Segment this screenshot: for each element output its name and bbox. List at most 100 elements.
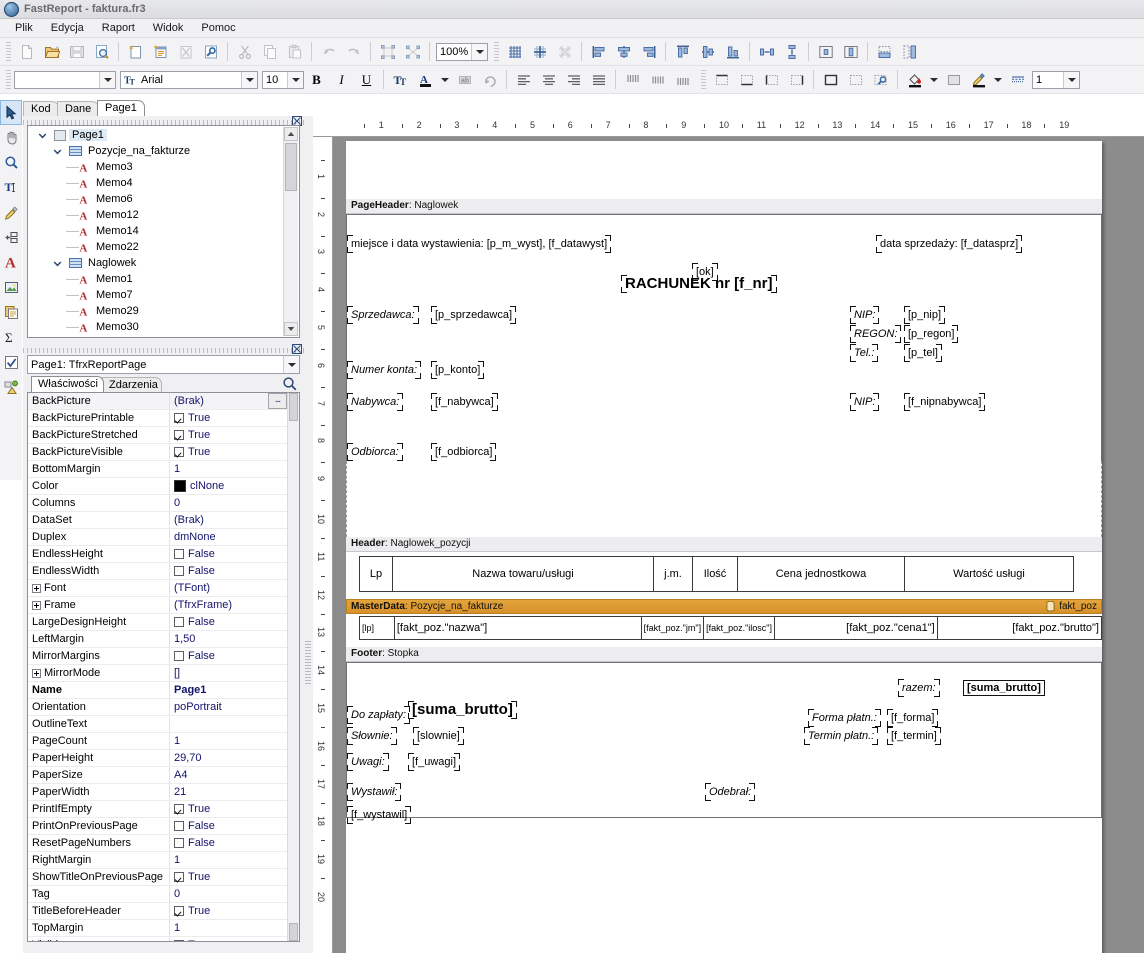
expand-plus-icon[interactable] (32, 583, 41, 593)
open-report-button[interactable] (39, 40, 64, 64)
align-text-justify-button[interactable] (586, 68, 611, 92)
panel-splitter[interactable] (304, 116, 313, 953)
memo-razem-label[interactable]: razem: (898, 679, 940, 697)
memo-data-sprzedazy[interactable]: data sprzedaży: [f_datasprz] (876, 235, 1023, 253)
font-name-combo[interactable]: TT Arial (120, 70, 258, 89)
property-value-cell[interactable]: [] (170, 667, 288, 679)
checkbox-icon[interactable] (174, 821, 184, 831)
line-color-dropdown[interactable] (991, 68, 1005, 92)
checkbox-icon[interactable] (174, 838, 184, 848)
tree-node-memo22[interactable]: ── A Memo22 (28, 239, 283, 255)
frame-none-button[interactable] (843, 68, 868, 92)
property-row-color[interactable]: Color clNone (28, 478, 288, 495)
align-to-grid-button[interactable] (552, 40, 577, 64)
property-row-visible[interactable]: Visible True (28, 937, 288, 941)
tree-node-memo30[interactable]: ── A Memo30 (28, 319, 283, 335)
align-top-button[interactable] (670, 40, 695, 64)
new-report-button[interactable] (14, 40, 39, 64)
menu-raport[interactable]: Raport (93, 20, 144, 36)
scroll-down-arrow-icon[interactable] (284, 322, 298, 336)
property-value-cell[interactable]: False (170, 650, 288, 662)
text-color-button[interactable]: A (413, 68, 438, 92)
property-row-backpicturestretched[interactable]: BackPictureStretched True (28, 427, 288, 444)
space-horizontally-button[interactable] (754, 40, 779, 64)
checkbox-icon[interactable] (174, 566, 184, 576)
col-wartosc[interactable]: Wartość usługi (904, 556, 1074, 592)
chevron-down-icon[interactable] (1063, 71, 1079, 88)
italic-button[interactable]: I (329, 68, 354, 92)
property-row-tag[interactable]: Tag 0 (28, 886, 288, 903)
frame-bottom-button[interactable] (734, 68, 759, 92)
frame-all-button[interactable] (818, 68, 843, 92)
band-masterdata[interactable]: MasterData: Pozycje_na_fakturze fakt_poz… (346, 599, 1103, 647)
property-value-cell[interactable]: 1,50 (170, 633, 288, 645)
memo-konto-label[interactable]: Numer konta: (347, 361, 422, 379)
tree-node-memo7[interactable]: ── A Memo7 (28, 287, 283, 303)
memo-suma-brutto-big[interactable]: [suma_brutto] (408, 701, 517, 719)
property-value-cell[interactable]: False (170, 548, 288, 560)
valign-middle-button[interactable] (645, 68, 670, 92)
property-grid[interactable]: BackPicture (Brak)... BackPicturePrintable… (27, 392, 300, 942)
band-footer[interactable]: Footer: Stopka razem: [suma_brutto] Do zap… (346, 647, 1102, 824)
chevron-down-icon[interactable] (471, 43, 487, 60)
tree-node-memo12[interactable]: ── A Memo12 (28, 207, 283, 223)
undo-button[interactable] (316, 40, 341, 64)
menu-edycja[interactable]: Edycja (42, 20, 93, 36)
object-tree[interactable]: Page1 Pozycje_na_fakturze ── A Memo3 ── A Memo4… (27, 125, 300, 338)
align-bottom-button[interactable] (720, 40, 745, 64)
property-row-papersize[interactable]: PaperSize A4 (28, 767, 288, 784)
memo-forma-label[interactable]: Forma płatn.: (808, 709, 881, 727)
property-value-cell[interactable]: 1 (170, 463, 288, 475)
line-style-button[interactable] (1005, 68, 1030, 92)
fill-color-dropdown[interactable] (927, 68, 941, 92)
property-row-endlesswidth[interactable]: EndlessWidth False (28, 563, 288, 580)
font-size-combo[interactable]: 10 (262, 70, 304, 89)
checkbox-icon[interactable] (174, 906, 184, 916)
col-ilosc[interactable]: Ilość (692, 556, 738, 592)
property-row-topmargin[interactable]: TopMargin 1 (28, 920, 288, 937)
report-page[interactable]: PageHeader: Naglowek miejsce i data wyst… (346, 141, 1103, 953)
band-empty-space[interactable] (346, 461, 1102, 537)
picture-tool[interactable] (0, 275, 22, 300)
property-row-name[interactable]: Name Page1 (28, 682, 288, 699)
fill-color-button[interactable] (902, 68, 927, 92)
aggregate-tool[interactable]: Σ (0, 325, 22, 350)
property-row-backpictureprintable[interactable]: BackPicturePrintable True (28, 410, 288, 427)
same-height-button[interactable] (897, 40, 922, 64)
band-masterdata-body[interactable]: [lp] [fakt_poz."nazwa"] [fakt_poz."jm"] [fa… (346, 614, 1103, 646)
ungroup-button[interactable] (400, 40, 425, 64)
memo-konto-value[interactable]: [p_konto] (431, 361, 485, 379)
property-row-titlebeforeheader[interactable]: TitleBeforeHeader True (28, 903, 288, 920)
chevron-down-icon[interactable] (36, 131, 49, 140)
zoom-tool[interactable] (0, 150, 22, 175)
valign-top-button[interactable] (620, 68, 645, 92)
band-header-body[interactable]: Lp Nazwa towaru/usługi j.m. Ilość Cena jedno… (346, 552, 1102, 600)
checkbox-icon[interactable] (174, 617, 184, 627)
property-value-cell[interactable]: (Brak) (170, 514, 288, 526)
tree-node-memo3[interactable]: ── A Memo3 (28, 159, 283, 175)
save-report-button[interactable] (64, 40, 89, 64)
report-canvas[interactable]: PageHeader: Naglowek miejsce i data wyst… (333, 137, 1144, 953)
align-hcenter-button[interactable] (611, 40, 636, 64)
property-row-outlinetext[interactable]: OutlineText (28, 716, 288, 733)
align-left-button[interactable] (586, 40, 611, 64)
tree-scrollbar[interactable] (283, 127, 298, 336)
chevron-down-icon[interactable] (287, 71, 303, 88)
memo-termin-value[interactable]: [f_termin] (887, 727, 941, 745)
cell-jm[interactable]: [fakt_poz."jm"] (640, 616, 705, 640)
property-row-leftmargin[interactable]: LeftMargin 1,50 (28, 631, 288, 648)
memo-odbiorca-label[interactable]: Odbiorca: (347, 443, 403, 461)
scroll-up-arrow-icon[interactable] (284, 127, 298, 141)
frame-top-button[interactable] (709, 68, 734, 92)
memo-nip-value[interactable]: [p_nip] (904, 306, 946, 324)
new-dialog-button[interactable] (148, 40, 173, 64)
property-row-dataset[interactable]: DataSet (Brak) (28, 512, 288, 529)
chevron-down-icon[interactable] (51, 147, 64, 156)
font-dialog-button[interactable]: TT (388, 68, 413, 92)
center-vertically-button[interactable] (838, 40, 863, 64)
property-value-cell[interactable]: poPortrait (170, 701, 288, 713)
subreport-tool[interactable] (0, 300, 22, 325)
col-cena[interactable]: Cena jednostkowa (737, 556, 905, 592)
property-value-cell[interactable]: (Brak)... (170, 393, 288, 409)
memo-forma-value[interactable]: [f_forma] (887, 709, 939, 727)
